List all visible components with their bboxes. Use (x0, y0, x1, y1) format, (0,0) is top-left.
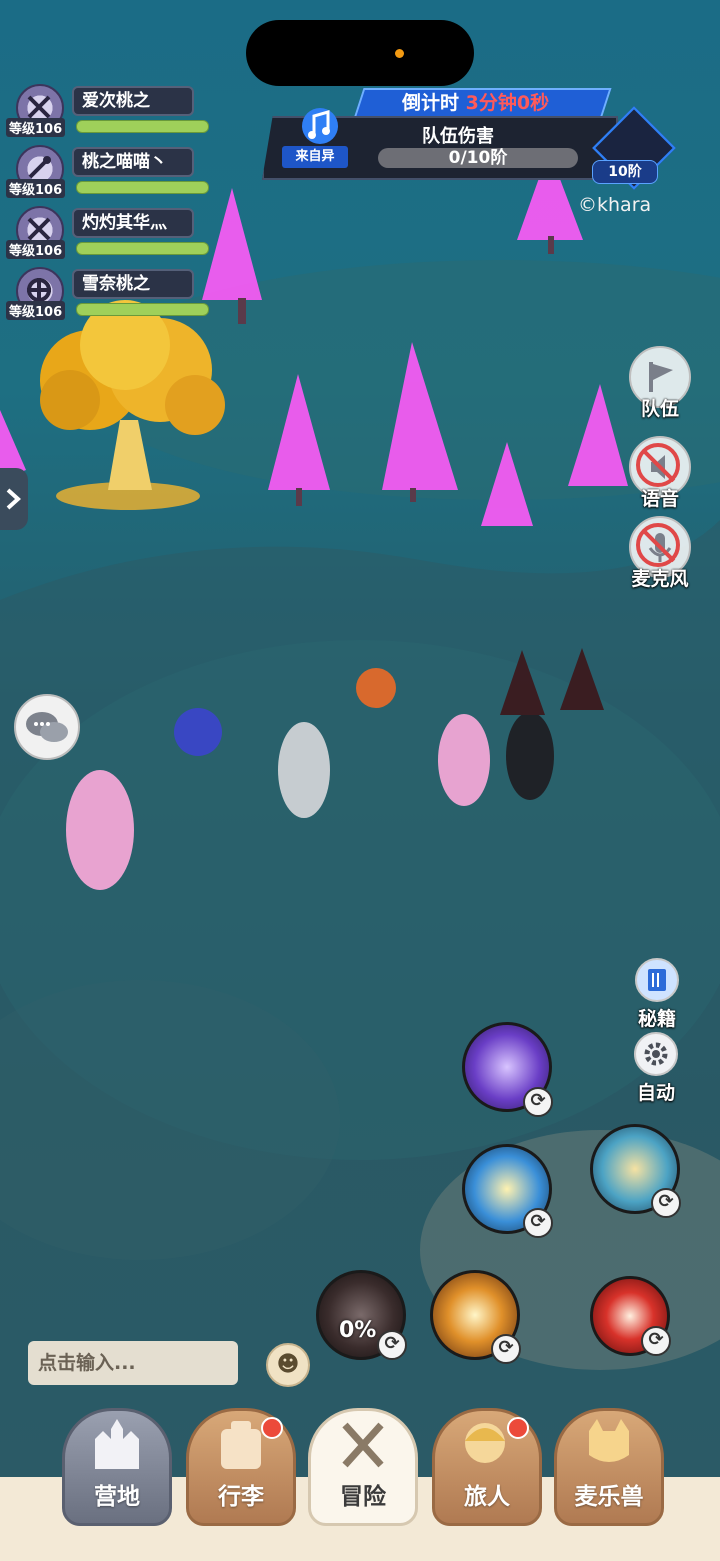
member-name: 灼灼其华灬 (72, 208, 194, 238)
camera-indicator (395, 49, 404, 58)
countdown-value: 3分钟0秒 (465, 92, 550, 114)
team-button[interactable]: 队伍 (628, 346, 692, 421)
copyright-text: ©khara (578, 194, 652, 216)
secrets-label: 秘籍 (637, 1008, 676, 1030)
crossed-swords-icon (342, 1422, 384, 1468)
hp-bar (76, 303, 209, 316)
refresh-icon: ⟳ (523, 1087, 553, 1117)
member-level: 等级106 (6, 301, 66, 320)
chat-input[interactable]: 点击输入... (28, 1341, 238, 1385)
hp-bar (76, 181, 209, 194)
nav-luggage[interactable]: 行李 (186, 1408, 296, 1526)
damage-progress-text: 0/10阶 (448, 148, 508, 168)
secrets-button[interactable]: 秘籍 (627, 958, 687, 1031)
notification-dot (261, 1417, 283, 1439)
voice-button-label: 语音 (640, 488, 679, 510)
hp-bar (76, 120, 209, 133)
nav-label: 行李 (218, 1484, 264, 1510)
countdown-label: 倒计时 (402, 92, 460, 114)
nav-label: 营地 (94, 1484, 140, 1510)
skill-cooldown-text: 0% (339, 1318, 377, 1343)
team-member[interactable]: 爱次桃之 等级106 (6, 80, 209, 138)
emoji-button[interactable]: ☻ (266, 1343, 310, 1387)
hp-bar (76, 242, 209, 255)
castle-icon (95, 1419, 139, 1469)
member-level: 等级106 (6, 240, 66, 259)
team-member[interactable]: 雪奈桃之 等级106 (6, 263, 209, 321)
panel-title: 队伍伤害 (422, 126, 494, 147)
member-name: 桃之喵喵丶 (72, 147, 194, 177)
nav-label: 麦乐兽 (574, 1484, 644, 1510)
expand-panel-tab[interactable] (0, 468, 28, 530)
auto-label: 自动 (636, 1082, 675, 1104)
chat-bubbles-icon (26, 712, 68, 742)
member-name: 爱次桃之 (72, 86, 194, 116)
mic-button-label: 麦克风 (631, 568, 689, 590)
member-level: 等级106 (6, 179, 66, 198)
nav-traveler[interactable]: 旅人 (432, 1408, 542, 1526)
refresh-icon: ⟳ (377, 1330, 407, 1360)
team-member[interactable]: 桃之喵喵丶 等级106 (6, 141, 209, 199)
mic-button[interactable]: 麦克风 (628, 516, 692, 591)
camera-notch (246, 20, 474, 86)
refresh-icon: ⟳ (491, 1334, 521, 1364)
member-name: 雪奈桃之 (72, 269, 194, 299)
book-icon (635, 958, 679, 1002)
nav-pet[interactable]: 麦乐兽 (554, 1408, 664, 1526)
member-level: 等级106 (6, 118, 66, 137)
voice-button[interactable]: 语音 (628, 436, 692, 511)
refresh-icon: ⟳ (523, 1208, 553, 1238)
team-damage-panel[interactable]: 倒计时 3分钟0秒 来自异 队伍伤害 0/10阶 10阶 (262, 86, 682, 190)
auto-button[interactable]: 自动 (626, 1032, 686, 1105)
nav-adventure[interactable]: 冒险 (308, 1408, 418, 1526)
chat-toggle-button[interactable] (14, 694, 80, 760)
nav-label: 冒险 (340, 1484, 386, 1510)
refresh-icon: ⟳ (641, 1326, 671, 1356)
refresh-icon: ⟳ (651, 1188, 681, 1218)
nav-label: 旅人 (464, 1484, 510, 1510)
team-member[interactable]: 灼灼其华灬 等级106 (6, 202, 209, 260)
source-label: 来自异 (282, 146, 348, 168)
gear-icon (634, 1032, 678, 1076)
team-button-label: 队伍 (640, 398, 679, 420)
nav-camp[interactable]: 营地 (62, 1408, 172, 1526)
notification-dot (507, 1417, 529, 1439)
pet-icon (589, 1419, 629, 1462)
chevron-right-icon (6, 488, 21, 510)
tier-badge: 10阶 (592, 160, 658, 184)
countdown-text: 倒计时 3分钟0秒 (402, 89, 549, 117)
